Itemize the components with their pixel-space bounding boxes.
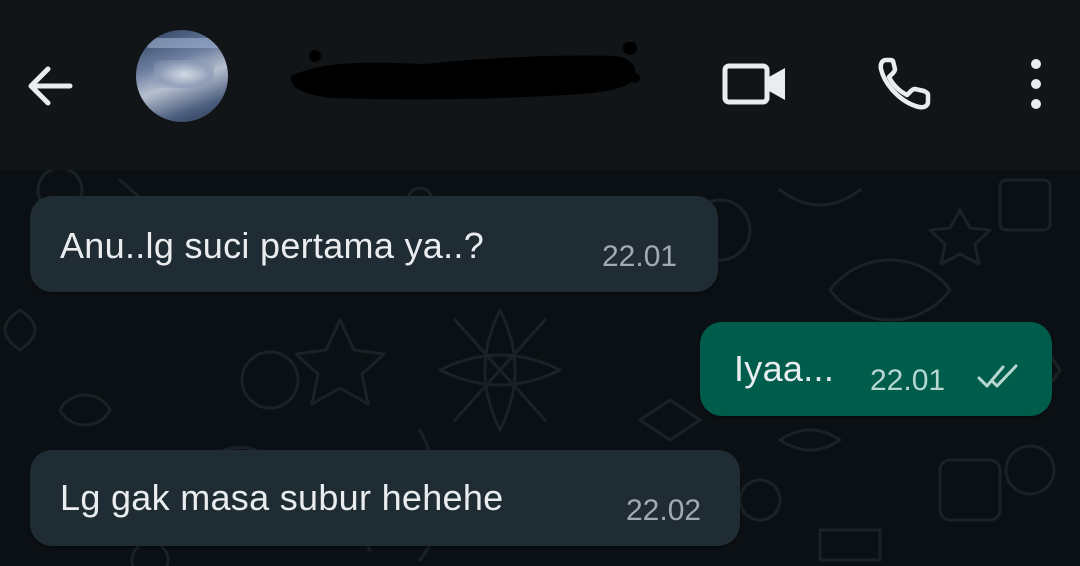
voice-call-button[interactable] (868, 50, 940, 118)
chat-screen: Anu..lg suci pertama ya..? 22.01 Iyaa...… (0, 0, 1080, 566)
back-button[interactable] (22, 58, 78, 114)
more-vert-icon (1031, 59, 1041, 109)
message-text: Lg gak masa subur hehehe (60, 477, 504, 518)
contact-avatar[interactable] (136, 30, 228, 122)
message-time: 22.01 (870, 364, 946, 397)
message-bubble-incoming[interactable]: Lg gak masa subur hehehe 22.02 (30, 450, 740, 546)
chat-area[interactable]: Anu..lg suci pertama ya..? 22.01 Iyaa...… (0, 170, 1080, 566)
message-bubble-incoming[interactable]: Anu..lg suci pertama ya..? 22.01 (30, 196, 718, 292)
contact-name-redacted[interactable] (285, 42, 643, 104)
message-text: Iyaa... (734, 348, 835, 389)
message-text: Anu..lg suci pertama ya..? (60, 225, 485, 266)
phone-icon (878, 57, 931, 110)
video-call-button[interactable] (716, 52, 794, 116)
message-time: 22.01 (602, 240, 678, 273)
video-camera-icon (722, 63, 785, 105)
message-time: 22.02 (626, 494, 702, 527)
arrow-left-icon (28, 66, 73, 106)
chat-header (0, 0, 1080, 170)
double-check-icon (977, 364, 1018, 388)
message-bubble-outgoing[interactable]: Iyaa... 22.01 (700, 322, 1052, 416)
more-options-button[interactable] (1010, 52, 1062, 116)
